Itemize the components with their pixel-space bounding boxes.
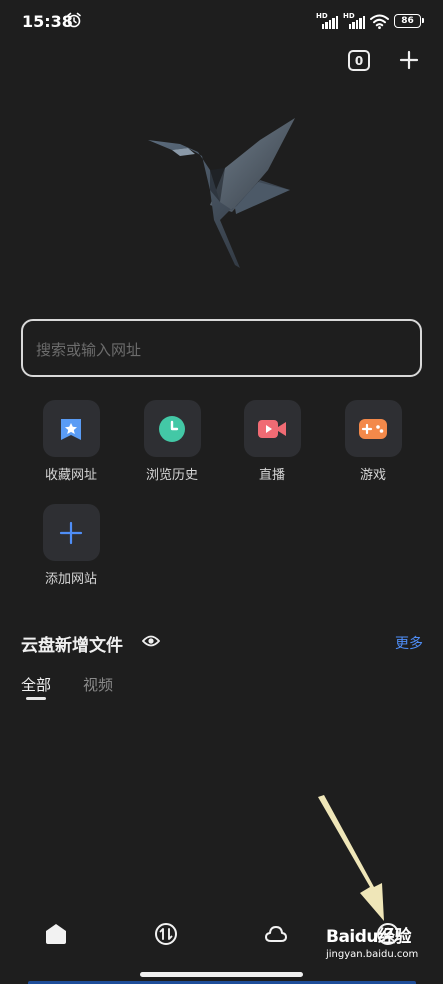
filter-tab-all[interactable]: 全部 [21, 674, 51, 695]
shortcut-tile [143, 400, 201, 457]
tab-count: 0 [354, 53, 364, 68]
watermark-domain: jingyan.baidu.com [326, 949, 419, 960]
signal-icon: HD [316, 12, 338, 29]
home-icon[interactable] [44, 922, 68, 946]
shortcut-bookmarks[interactable]: 收藏网址 [35, 400, 107, 483]
bookmark-icon [61, 418, 81, 440]
filter-tab-video[interactable]: 视频 [83, 674, 113, 695]
search-placeholder: 搜索或输入网址 [36, 341, 142, 359]
history-clock-icon [159, 415, 185, 442]
home-indicator[interactable] [140, 972, 303, 977]
transfer-icon[interactable] [154, 922, 178, 946]
wifi-icon [370, 14, 389, 29]
eye-icon[interactable] [142, 634, 160, 648]
status-bar: 15:38 HD HD 86 [0, 0, 443, 42]
tab-count-button[interactable]: 0 [348, 50, 370, 71]
shortcut-add-site[interactable]: 添加网站 [35, 504, 107, 587]
shortcut-label: 添加网站 [44, 572, 97, 587]
add-tab-icon[interactable] [399, 50, 419, 70]
active-filter-indicator [26, 697, 46, 700]
shortcut-label: 游戏 [359, 468, 386, 483]
watermark: Baidu经验 jingyan.baidu.com [326, 922, 418, 972]
shortcut-label: 直播 [258, 468, 285, 483]
shortcut-tile [42, 504, 100, 561]
shortcut-tile [42, 400, 100, 457]
shortcut-tile [344, 400, 402, 457]
bird-logo-icon [148, 118, 295, 268]
arrow-annotation [318, 795, 384, 921]
shortcut-live[interactable]: 直播 [236, 400, 308, 483]
status-indicators: HD HD 86 [316, 12, 424, 29]
shortcut-tile [243, 400, 301, 457]
cloud-icon[interactable] [264, 922, 288, 946]
shortcut-games[interactable]: 游戏 [337, 400, 409, 483]
cloud-section-title: 云盘新增文件 [21, 636, 123, 656]
more-link[interactable]: 更多 [395, 633, 423, 653]
shortcut-label: 浏览历史 [145, 468, 198, 483]
plus-icon [59, 521, 83, 544]
watermark-brand: Baidu经验 [326, 927, 412, 947]
alarm-clock-icon [67, 12, 81, 28]
signal-icon: HD [343, 12, 365, 29]
battery-level: 86 [401, 16, 414, 26]
live-video-icon [258, 419, 286, 438]
search-input[interactable]: 搜索或输入网址 [21, 319, 422, 377]
game-controller-icon [359, 418, 387, 439]
shortcut-history[interactable]: 浏览历史 [136, 400, 208, 483]
shortcut-label: 收藏网址 [44, 468, 97, 483]
battery-icon: 86 [394, 14, 424, 28]
